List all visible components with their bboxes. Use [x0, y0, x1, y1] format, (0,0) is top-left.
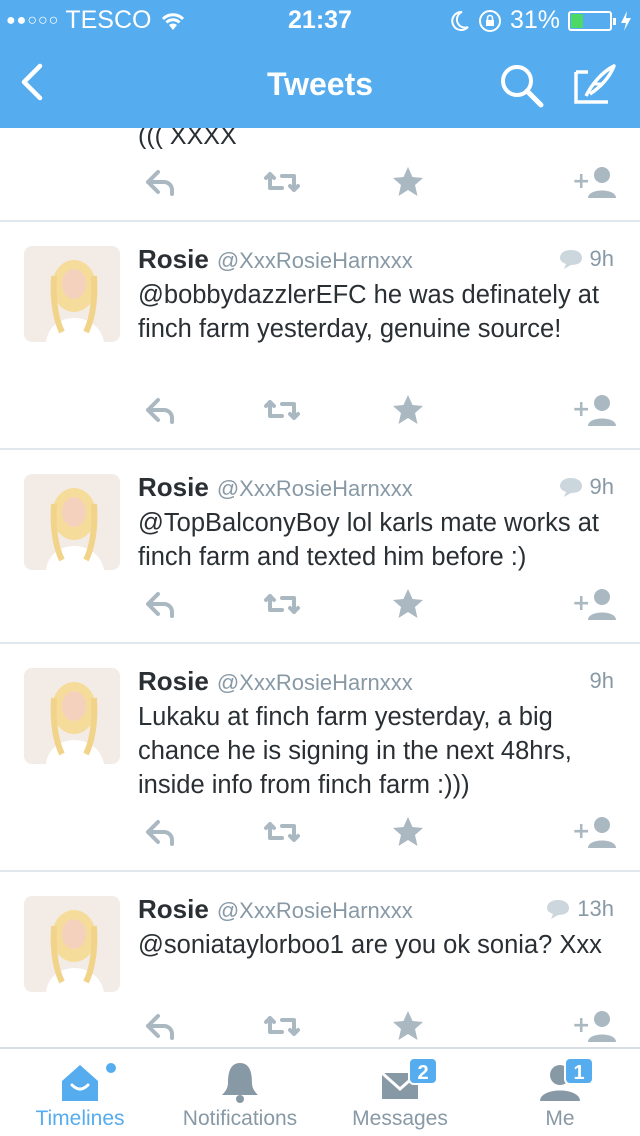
compose-icon[interactable] [572, 62, 618, 108]
author-name[interactable]: Rosie [138, 244, 209, 274]
status-bar: ●●○○○ TESCO 21:37 31% [0, 0, 640, 40]
author-handle[interactable]: @XxxRosieHarnxxx [217, 476, 413, 501]
retweet-icon[interactable] [262, 812, 302, 852]
tweet-item[interactable]: Rosie @XxxRosieHarnxxx 9h @TopBalconyBoy … [0, 450, 640, 644]
me-badge: 1 [564, 1057, 594, 1085]
conversation-icon [559, 250, 582, 269]
battery-level [571, 13, 584, 28]
battery-percent: 31% [509, 6, 560, 34]
tweet-text: @TopBalconyBoy lol karls mate works at f… [138, 509, 599, 571]
avatar[interactable] [24, 474, 120, 570]
follow-icon[interactable]: + [572, 812, 618, 852]
tweet-item[interactable]: Rosie @XxxRosieHarnxxx 13h @soniataylorbo… [0, 872, 640, 1047]
author-handle[interactable]: @XxxRosieHarnxxx [217, 670, 413, 695]
reply-icon[interactable] [138, 584, 178, 624]
tweet-time: 13h [577, 896, 614, 921]
tab-timelines[interactable]: Timelines [0, 1049, 160, 1136]
reply-icon[interactable] [138, 1006, 178, 1046]
messages-badge: 2 [408, 1057, 438, 1085]
reply-icon[interactable] [138, 390, 178, 430]
tab-label: Notifications [182, 1107, 298, 1130]
tweet-time: 9h [589, 246, 614, 271]
svg-text:+: + [572, 397, 590, 422]
favorite-star-icon[interactable] [388, 812, 428, 852]
author-name[interactable]: Rosie [138, 472, 209, 502]
tab-label: Messages [352, 1107, 448, 1130]
battery-icon [568, 10, 616, 31]
favorite-star-icon[interactable] [388, 162, 428, 202]
tweet-header: Rosie @XxxRosieHarnxxx 9h [138, 244, 618, 276]
tweet-text: @soniataylorboo1 are you ok sonia? Xxx [138, 931, 602, 959]
svg-text:+: + [572, 1013, 590, 1038]
conversation-icon [547, 900, 570, 919]
retweet-icon[interactable] [262, 584, 302, 624]
svg-text:+: + [572, 819, 590, 844]
follow-icon[interactable]: + [572, 390, 618, 430]
tweet-time: 9h [589, 668, 614, 693]
tab-messages[interactable]: 2 Messages [320, 1049, 480, 1136]
tab-label: Timelines [35, 1107, 125, 1130]
tab-me[interactable]: 1 Me [480, 1049, 640, 1136]
tweet-time: 9h [589, 474, 614, 499]
tweet-text: ((( XXXX [138, 128, 237, 150]
avatar[interactable] [24, 896, 120, 992]
author-handle[interactable]: @XxxRosieHarnxxx [217, 248, 413, 273]
rotation-lock-icon [478, 9, 501, 32]
tweet-actions: + [0, 584, 640, 624]
tweet-actions: + [0, 1006, 640, 1046]
favorite-star-icon[interactable] [388, 1006, 428, 1046]
retweet-icon[interactable] [262, 1006, 302, 1046]
svg-text:+: + [572, 591, 590, 616]
follow-icon[interactable]: + [572, 584, 618, 624]
retweet-icon[interactable] [262, 162, 302, 202]
top-header: ●●○○○ TESCO 21:37 31% Tweets [0, 0, 640, 128]
home-icon [62, 1065, 98, 1101]
reply-icon[interactable] [138, 162, 178, 202]
retweet-icon[interactable] [262, 390, 302, 430]
author-handle[interactable]: @XxxRosieHarnxxx [217, 898, 413, 923]
tweet-header: Rosie @XxxRosieHarnxxx 9h [138, 666, 618, 698]
bell-icon [222, 1063, 258, 1103]
follow-icon[interactable]: + [572, 1006, 618, 1046]
author-name[interactable]: Rosie [138, 894, 209, 924]
tab-label: Me [545, 1107, 575, 1130]
tweet-item[interactable]: Rosie @XxxRosieHarnxxx 9h @bobbydazzlerEF… [0, 222, 640, 450]
tab-notifications[interactable]: Notifications [160, 1049, 320, 1136]
moon-icon [451, 10, 469, 31]
author-name[interactable]: Rosie [138, 666, 209, 696]
tweet-actions: + [0, 812, 640, 852]
search-icon[interactable] [498, 62, 546, 108]
svg-text:+: + [572, 169, 590, 194]
tweet-actions: + [0, 390, 640, 430]
tweet-header: Rosie @XxxRosieHarnxxx 13h [138, 894, 618, 926]
favorite-star-icon[interactable] [388, 390, 428, 430]
unread-dot [106, 1063, 116, 1073]
follow-icon[interactable]: + [572, 162, 618, 202]
tweet-text: Lukaku at finch farm yesterday, a big ch… [138, 703, 572, 799]
favorite-star-icon[interactable] [388, 584, 428, 624]
avatar[interactable] [24, 668, 120, 764]
reply-icon[interactable] [138, 812, 178, 852]
tweet-text: @bobbydazzlerEFC he was definately at fi… [138, 281, 600, 343]
tweet-actions: + [0, 162, 640, 202]
tab-bar: Timelines Notifications 2 Messages 1 Me [0, 1047, 640, 1136]
charging-bolt-icon [621, 10, 631, 31]
tweet-item[interactable]: ((( XXXX + [0, 128, 640, 222]
tweet-timeline[interactable]: ((( XXXX + Rosie @XxxRosieHarnxxx 9h @bob… [0, 128, 640, 1047]
conversation-icon [559, 478, 582, 497]
avatar[interactable] [24, 246, 120, 342]
tweet-header: Rosie @XxxRosieHarnxxx 9h [138, 472, 618, 504]
tweet-item[interactable]: Rosie @XxxRosieHarnxxx 9h Lukaku at finch… [0, 644, 640, 872]
